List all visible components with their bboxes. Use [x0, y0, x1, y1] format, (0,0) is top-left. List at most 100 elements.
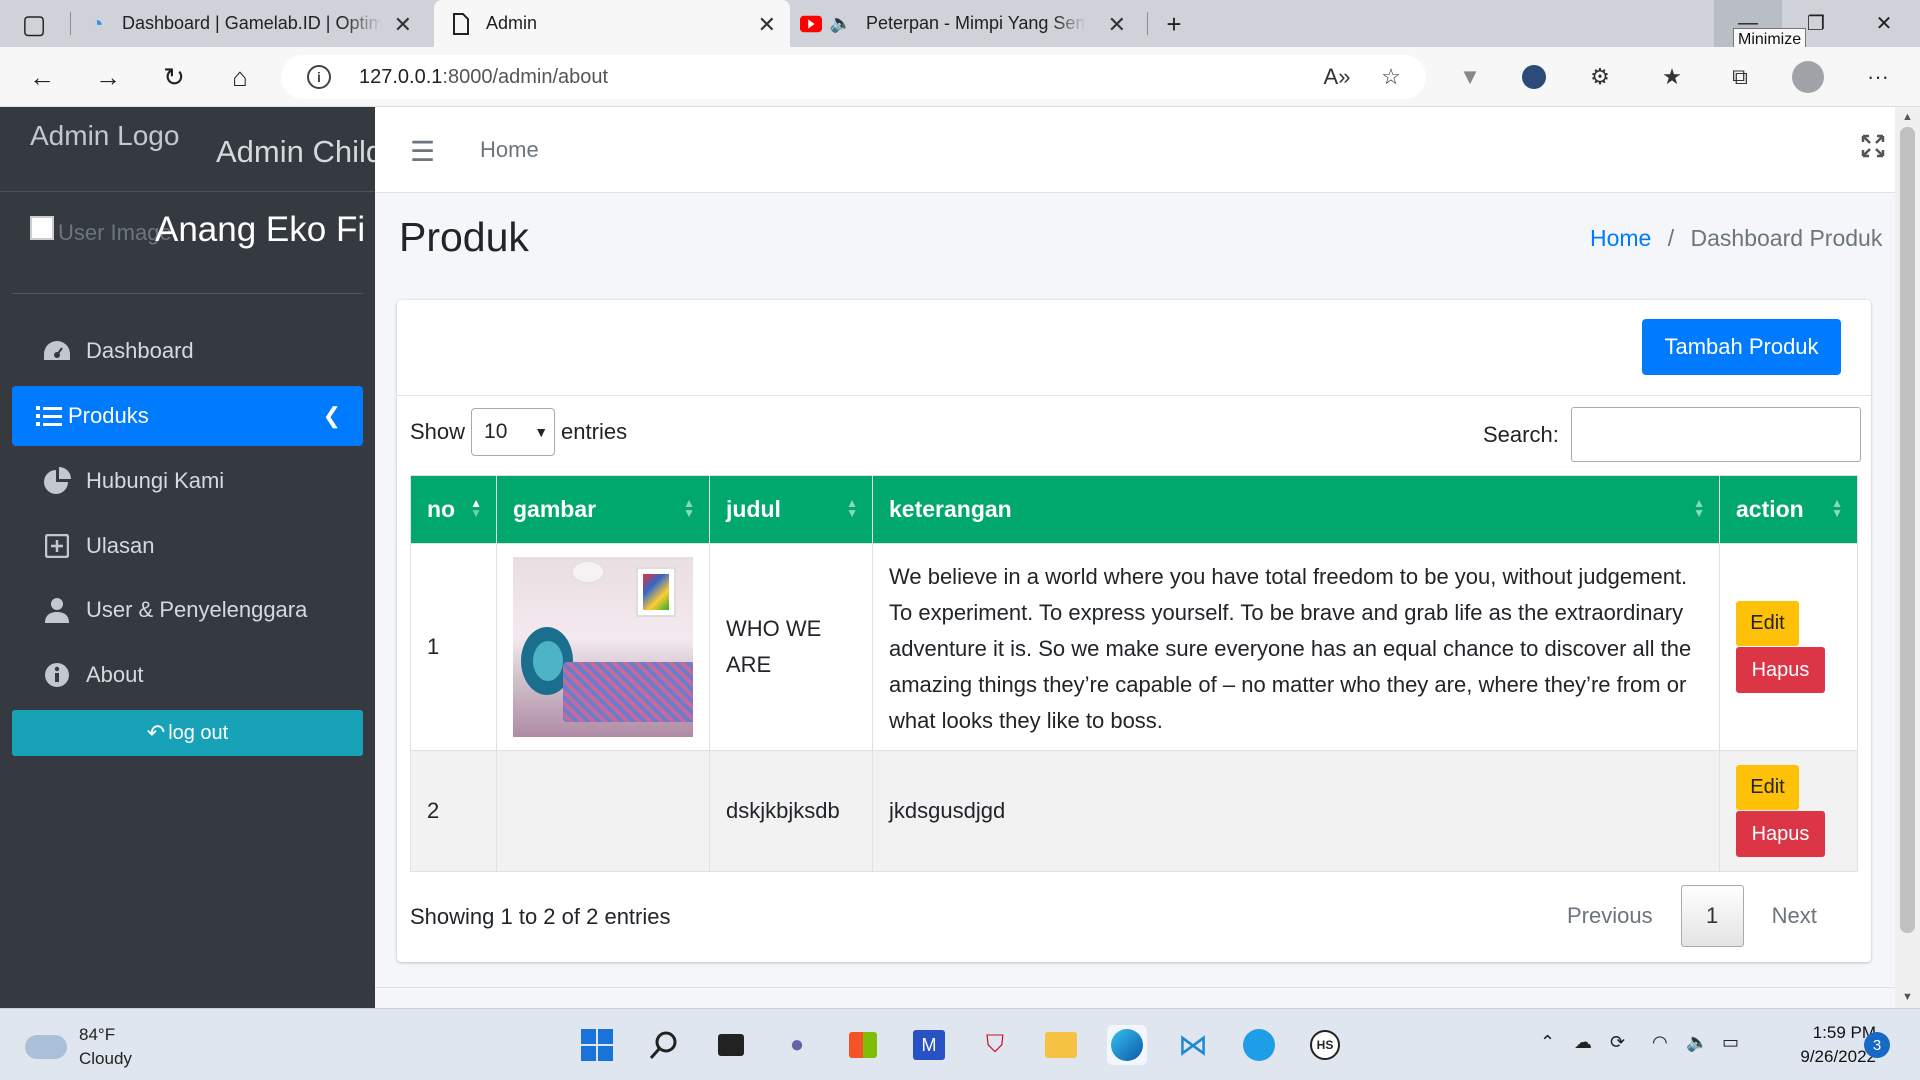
forward-icon[interactable]: →: [88, 57, 128, 97]
previous-button[interactable]: Previous: [1567, 903, 1653, 929]
url-text: 127.0.0.1:8000/admin/about: [359, 66, 608, 89]
chevron-up-icon[interactable]: ⌃: [1540, 1032, 1555, 1053]
column-header-gambar[interactable]: gambar ▲ ▼: [496, 475, 710, 544]
home-icon[interactable]: ⌂: [220, 57, 260, 97]
tab-separator: [1147, 12, 1148, 35]
profile-avatar[interactable]: [1792, 61, 1824, 93]
teams-chat-icon[interactable]: ●: [777, 1025, 817, 1065]
next-button[interactable]: Next: [1772, 903, 1817, 929]
app-icon[interactable]: M: [909, 1025, 949, 1065]
collections-icon[interactable]: ⧉: [1724, 61, 1756, 93]
hapus-button[interactable]: Hapus: [1736, 647, 1825, 693]
tab-actions-icon[interactable]: ▢: [14, 4, 54, 44]
search-input[interactable]: [1570, 407, 1861, 462]
sidebar-item-produks[interactable]: Produks ❮: [12, 386, 363, 446]
page-scrollbar[interactable]: ▲ ▼: [1895, 107, 1920, 1008]
page-1-button[interactable]: 1: [1680, 885, 1744, 947]
user-name[interactable]: Anang Eko Fitr: [155, 210, 365, 250]
volume-icon[interactable]: 🔈: [1686, 1032, 1708, 1053]
top-nav-home-link[interactable]: Home: [480, 137, 539, 163]
sidebar-item-about[interactable]: About: [12, 645, 363, 705]
tab-separator: [70, 12, 71, 35]
scroll-down-icon[interactable]: ▼: [1902, 991, 1913, 1003]
brand[interactable]: Admin Logo Admin Child: [0, 107, 383, 192]
extensions-icon[interactable]: ⚙: [1584, 61, 1616, 93]
image-sofa: [563, 662, 693, 722]
gamelab-icon: ◔: [90, 10, 104, 36]
sidebar-item-label: About: [86, 662, 144, 687]
close-tab-icon[interactable]: ✕: [758, 12, 776, 38]
search-icon[interactable]: [644, 1025, 684, 1065]
extension-v-icon[interactable]: ▼: [1454, 61, 1486, 93]
mcafee-icon[interactable]: ⛉: [975, 1025, 1015, 1065]
hapus-button[interactable]: Hapus: [1736, 811, 1825, 857]
edit-button[interactable]: Edit: [1736, 601, 1799, 646]
browser-tab-strip: ▢ ◔ Dashboard | Gamelab.ID | Optim ✕ Adm…: [0, 0, 1920, 52]
column-header-action[interactable]: action ▲ ▼: [1719, 475, 1858, 544]
notification-badge[interactable]: 3: [1864, 1032, 1890, 1058]
column-header-judul[interactable]: judul ▲ ▼: [709, 475, 873, 544]
task-view-icon[interactable]: [711, 1025, 751, 1065]
sidebar-item-hubungi-kami[interactable]: Hubungi Kami: [12, 451, 363, 511]
edit-button[interactable]: Edit: [1736, 765, 1799, 810]
judul-text: WHO WE ARE: [726, 616, 822, 677]
entries-value: 10: [484, 420, 508, 443]
file-explorer-icon[interactable]: [1041, 1025, 1081, 1065]
weather-widget[interactable]: 84°F Cloudy: [25, 1023, 132, 1071]
chevron-down-icon: ▼: [534, 424, 549, 440]
url-host: 127.0.0.1: [359, 65, 443, 88]
new-tab-icon[interactable]: +: [1154, 4, 1194, 44]
tab-youtube[interactable]: 🔈 Peterpan - Mimpi Yang Sem ✕: [800, 0, 1140, 47]
refresh-icon[interactable]: ↻: [154, 57, 194, 97]
back-icon[interactable]: ←: [22, 57, 62, 97]
add-favorite-icon[interactable]: ☆: [1375, 61, 1407, 93]
hamburger-menu-icon[interactable]: ☰: [410, 135, 435, 168]
onedrive-icon[interactable]: ☁: [1574, 1032, 1592, 1053]
entries-select[interactable]: 10 ▼: [471, 408, 556, 456]
windows-start-icon[interactable]: [577, 1025, 617, 1065]
sidebar-item-label: Produks: [68, 403, 149, 428]
speaker-icon[interactable]: 🔈: [830, 13, 852, 35]
fullscreen-icon[interactable]: [1861, 133, 1885, 165]
produk-card: Tambah Produk Show 10 ▼ entries Search: …: [397, 300, 1871, 962]
close-tab-icon[interactable]: ✕: [394, 12, 412, 38]
sidebar-item-label: Ulasan: [86, 533, 155, 558]
site-info-icon[interactable]: i: [307, 65, 331, 89]
tambah-produk-button[interactable]: Tambah Produk: [1642, 319, 1841, 375]
battery-icon[interactable]: ▭: [1722, 1032, 1739, 1053]
extension-cursor-icon[interactable]: [1518, 61, 1550, 93]
sidebar-item-label: Dashboard: [86, 338, 194, 363]
search-label: Search:: [1483, 421, 1559, 447]
more-menu-icon[interactable]: ···: [1862, 61, 1894, 93]
system-clock[interactable]: 1:59 PM 9/26/2022: [1760, 1021, 1876, 1069]
sidebar-item-dashboard[interactable]: Dashboard: [12, 321, 363, 381]
app-icon-blue[interactable]: [1239, 1025, 1279, 1065]
tab-gamelab[interactable]: ◔ Dashboard | Gamelab.ID | Optim ✕: [86, 0, 426, 47]
close-tab-icon[interactable]: ✕: [1108, 12, 1126, 38]
scrollbar-thumb[interactable]: [1900, 127, 1915, 933]
image-lamp: [573, 562, 603, 582]
vscode-icon[interactable]: ⋈: [1173, 1025, 1213, 1065]
sort-icon: ▲ ▼: [1831, 496, 1843, 520]
sidebar-item-user-penyelenggara[interactable]: User & Penyelenggara: [12, 580, 363, 640]
breadcrumb-home-link[interactable]: Home: [1590, 225, 1651, 251]
hs-app-icon[interactable]: HS: [1305, 1025, 1345, 1065]
close-window-button[interactable]: ✕: [1850, 0, 1918, 47]
scroll-up-icon[interactable]: ▲: [1902, 111, 1913, 123]
address-bar[interactable]: i 127.0.0.1:8000/admin/about A» ☆: [281, 55, 1426, 99]
clock-date: 9/26/2022: [1800, 1047, 1876, 1066]
tab-admin[interactable]: Admin ✕: [434, 0, 790, 47]
search-control: Search:: [1483, 407, 1861, 462]
sync-icon[interactable]: ⟳: [1610, 1032, 1625, 1053]
read-aloud-icon[interactable]: A»: [1321, 61, 1353, 93]
column-header-no[interactable]: no ▲ ▼: [410, 475, 497, 544]
cell-no: 2: [410, 750, 497, 872]
column-header-keterangan[interactable]: keterangan ▲ ▼: [872, 475, 1720, 544]
microsoft-store-icon[interactable]: [843, 1025, 883, 1065]
sidebar-item-ulasan[interactable]: Ulasan: [12, 516, 363, 576]
favorites-icon[interactable]: ★: [1656, 61, 1688, 93]
wifi-icon[interactable]: ◠: [1652, 1032, 1668, 1053]
logout-button[interactable]: ↶ log out: [12, 710, 363, 756]
column-label: judul: [726, 496, 781, 522]
edge-browser-icon[interactable]: [1107, 1025, 1147, 1065]
